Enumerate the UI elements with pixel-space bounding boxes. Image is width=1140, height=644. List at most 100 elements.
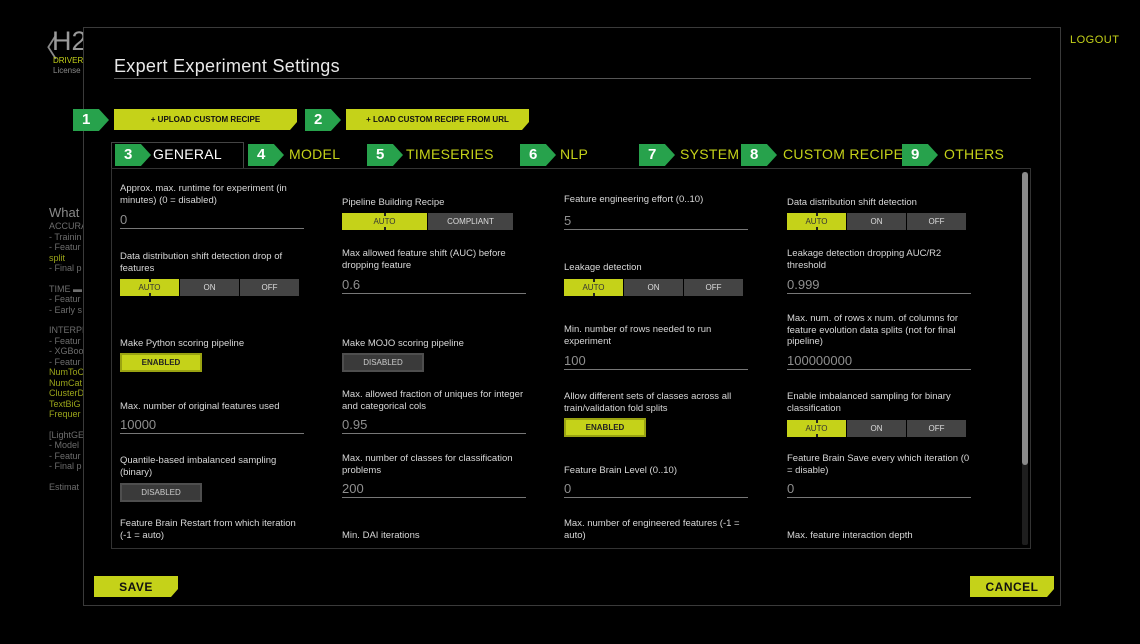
summary-line: ACCURA <box>49 221 85 231</box>
option-off[interactable]: OFF <box>240 279 299 296</box>
setting-label: Data distribution shift detection <box>787 197 917 208</box>
option-off[interactable]: OFF <box>684 279 743 296</box>
brain-save-input[interactable]: 0 <box>787 481 971 498</box>
summary-line: NumCat <box>49 377 83 388</box>
leak-drop-input[interactable]: 0.999 <box>787 277 971 294</box>
setting-label: Feature Brain Restart from which iterati… <box>120 518 296 541</box>
summary-line: TIME ▬ <box>49 283 82 294</box>
scrollbar-thumb[interactable] <box>1022 172 1028 465</box>
callout-badge: 1 <box>73 109 109 131</box>
option-off[interactable]: OFF <box>907 420 966 437</box>
mojo-pipeline-toggle[interactable]: DISABLED <box>342 353 424 372</box>
min-rows-input[interactable]: 100 <box>564 353 748 370</box>
summary-line: - Trainin <box>49 231 82 242</box>
leakage-toggle: AUTO ON OFF <box>564 279 743 296</box>
app-title: H2 <box>52 26 87 56</box>
callout-badge: 7 <box>639 144 675 166</box>
dds-drop-toggle: AUTO ON OFF <box>120 279 299 296</box>
summary-line: - Featur <box>49 242 81 252</box>
summary-line: - Early s <box>49 304 83 315</box>
modal-title: Expert Experiment Settings <box>114 56 340 76</box>
tab-nlp[interactable]: NLP <box>560 146 588 162</box>
tab-model[interactable]: MODEL <box>289 146 340 162</box>
setting-label: Max. allowed fraction of uniques for int… <box>342 389 524 412</box>
summary-line: ClusterD <box>49 388 85 398</box>
option-on[interactable]: ON <box>847 213 906 230</box>
setting-label: Make MOJO scoring pipeline <box>342 338 464 349</box>
diff-classes-toggle[interactable]: ENABLED <box>564 418 646 437</box>
setting-label: Pipeline Building Recipe <box>342 197 445 208</box>
tab-custom-recipes[interactable]: CUSTOM RECIPES <box>783 146 913 162</box>
setting-label: Max. num. of rows x num. of columns for … <box>787 313 959 347</box>
setting-label: Enable imbalanced sampling for binary cl… <box>787 391 951 414</box>
option-auto[interactable]: AUTO <box>564 279 623 296</box>
setting-label: Max. number of original features used <box>120 401 280 412</box>
option-on[interactable]: ON <box>180 279 239 296</box>
tab-general[interactable]: GENERAL <box>153 146 222 162</box>
option-compliant[interactable]: COMPLIANT <box>428 213 513 230</box>
callout-badge: 5 <box>367 144 403 166</box>
background-summary: What ACCURA - Trainin - Featur split - F… <box>49 205 85 492</box>
summary-line: - Featur <box>49 356 81 367</box>
summary-line: Frequer <box>49 409 81 419</box>
max-runtime-input[interactable]: 0 <box>120 212 304 229</box>
option-auto[interactable]: AUTO <box>787 420 846 437</box>
option-auto[interactable]: AUTO <box>342 213 427 230</box>
quantile-sampling-toggle[interactable]: DISABLED <box>120 483 202 502</box>
imbalanced-toggle: AUTO ON OFF <box>787 420 966 437</box>
summary-line: - Featur <box>49 294 81 304</box>
summary-line: - XGBoo <box>49 346 84 356</box>
setting-label: Allow different sets of classes across a… <box>564 391 732 414</box>
summary-line: - Final p <box>49 461 82 471</box>
dds-toggle: AUTO ON OFF <box>787 213 966 230</box>
setting-label: Data distribution shift detection drop o… <box>120 251 283 274</box>
setting-label: Quantile-based imbalanced sampling (bina… <box>120 455 277 478</box>
option-off[interactable]: OFF <box>907 213 966 230</box>
summary-line: - Featur <box>49 450 81 461</box>
max-shift-input[interactable]: 0.6 <box>342 277 526 294</box>
tab-system[interactable]: SYSTEM <box>680 146 739 162</box>
max-orig-features-input[interactable]: 10000 <box>120 417 304 434</box>
setting-label: Max. number of engineered features (-1 =… <box>564 518 740 541</box>
max-rows-cols-input[interactable]: 100000000 <box>787 353 971 370</box>
callout-badge: 8 <box>741 144 777 166</box>
summary-line: - Featur <box>49 335 81 346</box>
callout-badge: 9 <box>902 144 938 166</box>
option-on[interactable]: ON <box>847 420 906 437</box>
option-auto[interactable]: AUTO <box>120 279 179 296</box>
callout-badge: 4 <box>248 144 284 166</box>
settings-panel: Approx. max. runtime for experiment (in … <box>111 168 1031 549</box>
brain-level-input[interactable]: 0 <box>564 481 748 498</box>
frac-uniques-input[interactable]: 0.95 <box>342 417 526 434</box>
tab-timeseries[interactable]: TIMESERIES <box>406 146 494 162</box>
cancel-button[interactable]: CANCEL <box>970 576 1054 597</box>
callout-badge: 6 <box>520 144 556 166</box>
option-on[interactable]: ON <box>624 279 683 296</box>
app-license: License <box>53 66 81 75</box>
setting-label: Feature engineering effort (0..10) <box>564 194 704 205</box>
tab-others[interactable]: OTHERS <box>944 146 1004 162</box>
load-recipe-url-button[interactable]: + LOAD CUSTOM RECIPE FROM URL <box>346 109 529 130</box>
summary-line: - Final p <box>49 263 82 273</box>
save-button[interactable]: SAVE <box>94 576 178 597</box>
summary-line: INTERPR <box>49 325 85 335</box>
summary-line: TextBiG <box>49 398 81 409</box>
max-classes-input[interactable]: 200 <box>342 481 526 498</box>
summary-line: Estimat <box>49 481 80 492</box>
setting-label: Approx. max. runtime for experiment (in … <box>120 183 287 206</box>
summary-line: - Model <box>49 440 80 450</box>
logout-link[interactable]: LOGOUT <box>1070 34 1119 46</box>
python-pipeline-toggle[interactable]: ENABLED <box>120 353 202 372</box>
setting-label: Min. number of rows needed to run experi… <box>564 324 712 347</box>
summary-heading: What <box>49 205 80 220</box>
upload-custom-recipe-button[interactable]: + UPLOAD CUSTOM RECIPE <box>114 109 297 130</box>
setting-label: Make Python scoring pipeline <box>120 338 245 349</box>
setting-label: Feature Brain Save every which iteration… <box>787 453 970 476</box>
setting-label: Feature Brain Level (0..10) <box>564 465 678 476</box>
option-auto[interactable]: AUTO <box>787 213 846 230</box>
expert-settings-modal: Expert Experiment Settings 1 + UPLOAD CU… <box>73 27 1061 606</box>
title-divider <box>114 78 1031 79</box>
fe-effort-input[interactable]: 5 <box>564 213 748 230</box>
setting-label: Leakage detection dropping AUC/R2 thresh… <box>787 248 942 271</box>
summary-line: split <box>49 252 66 263</box>
